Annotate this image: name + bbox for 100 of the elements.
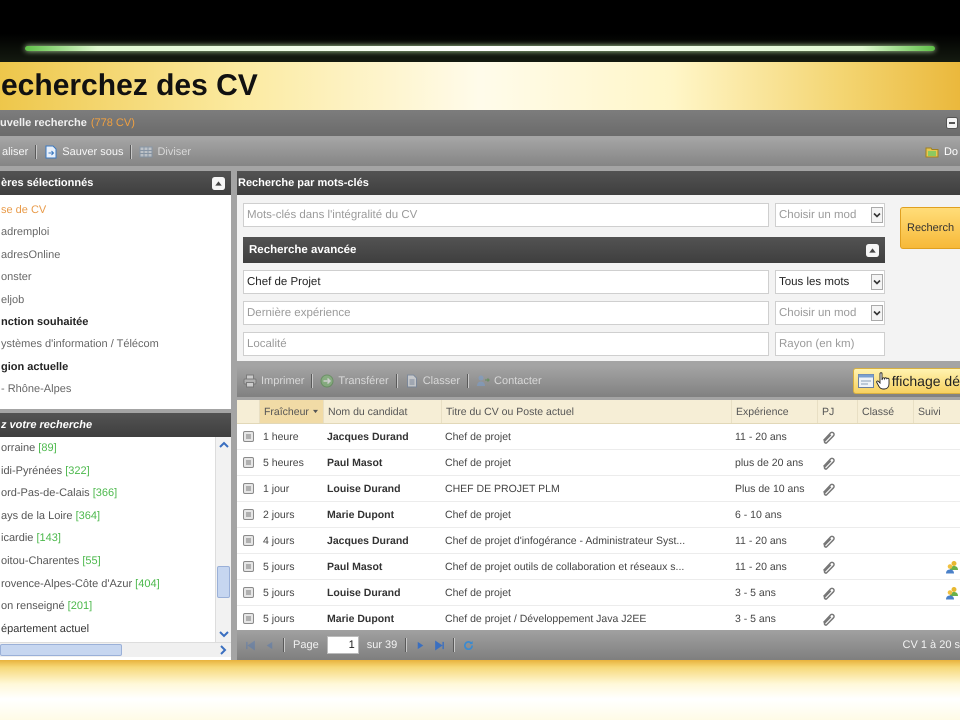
criteria-heading: nction souhaitée [1,315,90,330]
search-name: uvelle recherche [0,117,87,129]
candidate-name-cell-text: Paul Masot [326,560,384,574]
checkbox-icon[interactable] [243,431,254,442]
sort-arrow-icon [312,409,319,414]
display-button[interactable]: ffichage dé [852,368,960,394]
scroll-thumb[interactable] [0,644,122,656]
experience-cell-text: Plus de 10 ans [734,482,806,496]
people-icon[interactable] [945,560,959,574]
cv-title-cell-text: Chef de projet / Développement Java J2EE [444,612,648,626]
freshness-cell-text: 5 jours [262,612,296,626]
person-arrow-icon [476,374,490,388]
page-title: echerchez des CV [0,68,258,104]
freshness-cell-text: 4 jours [262,534,296,548]
panel-title: ères sélectionnés [1,177,94,189]
checkbox-icon[interactable] [243,535,254,546]
column-header[interactable]: Expérience [731,400,817,423]
search-field[interactable]: Localité [243,332,769,356]
cv-title-cell-text: Chef de projet [444,586,512,600]
column-header[interactable]: PJ [817,400,857,423]
collapse-icon[interactable] [212,176,225,190]
page-total: sur 39 [366,639,398,651]
checkbox-icon[interactable] [243,561,254,572]
search-field[interactable]: Chef de Projet [243,270,769,294]
paperclip-icon[interactable] [821,585,836,600]
experience-cell-text: 6 - 10 ans [734,508,783,522]
column-header[interactable]: Titre du CV ou Poste actuel [441,400,731,423]
table-icon [139,145,154,159]
candidate-name-cell-text: Jacques Durand [326,534,410,548]
checkbox-icon[interactable] [243,509,254,520]
refine-option[interactable]: ord-Pas-de-Calais [366] [1,482,215,505]
candidate-name-cell-text: Jacques Durand [326,430,410,444]
freshness-cell-text: 1 jour [262,482,290,496]
mode-select[interactable]: Tous les mots [775,270,885,294]
criteria-value: eljob [1,292,26,308]
freshness-cell-text: 1 heure [262,430,300,444]
document-icon [404,374,419,388]
paperclip-icon[interactable] [821,533,836,548]
page-label: Page [293,639,319,651]
search-button[interactable]: Recherch [900,207,960,249]
experience-cell-text: 3 - 5 ans [734,612,777,626]
radius-field[interactable]: Rayon (en km) [775,332,885,356]
freshness-cell-text: 5 heures [262,456,305,470]
column-header[interactable]: Fraîcheur [259,400,323,423]
checkbox-icon[interactable] [243,613,254,624]
keywords-field[interactable]: Mots-clés dans l'intégralité du CV [243,203,769,227]
refine-option[interactable]: orraine [89] [1,437,215,460]
criteria-value: onster [1,270,33,286]
experience-cell-text: 11 - 20 ans [734,430,788,444]
search-field[interactable]: Dernière expérience [243,301,769,325]
paperclip-icon[interactable] [821,559,836,574]
column-header[interactable]: Nom du candidat [323,400,441,423]
experience-cell-text: 3 - 5 ans [734,586,777,600]
paperclip-icon[interactable] [821,455,836,470]
panel-title: z votre recherche [1,419,92,431]
column-header[interactable]: Classé [857,400,913,423]
refine-option[interactable]: ays de la Loire [364] [1,504,215,528]
refine-option[interactable]: icardie [143] [1,527,215,550]
cv-title-cell-text: Chef de projet d'infogérance - Administrateur Syst... [444,534,686,548]
paperclip-icon[interactable] [821,429,836,444]
result-range: CV 1 à 20 s [902,639,960,651]
window-icon [858,374,874,388]
hand-cursor-icon [876,372,890,390]
freshness-cell-text: 2 jours [262,508,296,522]
horizontal-scrollbar[interactable] [0,642,231,657]
experience-cell-text: plus de 20 ans [734,456,804,470]
folder-icon [924,145,939,159]
cv-title-cell-text: Chef de projet [444,456,512,470]
refine-option[interactable]: oitou-Charentes [55] [1,550,215,573]
paperclip-icon[interactable] [821,481,836,496]
document-arrow-icon [44,145,58,159]
people-icon[interactable] [945,586,959,600]
vertical-scrollbar[interactable] [215,437,231,642]
cv-title-cell-text: Chef de projet [444,508,512,522]
freshness-cell-text: 5 jours [262,586,296,600]
refine-heading: épartement actuel [1,622,90,637]
experience-cell-text: 11 - 20 ans [734,534,788,548]
checkbox-icon[interactable] [243,587,254,598]
candidate-name-cell-text: Marie Dupont [326,612,396,626]
section-title: Recherche avancée [249,244,356,256]
column-header[interactable]: Suivi [913,400,960,423]
cv-title-cell-text: Chef de projet outils de collaboration et réseaux s... [444,560,686,574]
candidate-name-cell-text: Marie Dupont [326,508,396,522]
freshness-cell-text: 5 jours [262,560,296,574]
cv-title-cell-text: CHEF DE PROJET PLM [444,482,561,496]
refine-option[interactable]: idi-Pyrénées [322] [1,460,215,482]
criteria-value: adremploi [1,225,50,240]
scroll-thumb[interactable] [217,566,230,598]
criteria-value: - Rhône-Alpes [1,382,72,398]
refine-option[interactable]: rovence-Alpes-Côte d'Azur [404] [1,572,215,596]
criteria-value: adresOnline [1,248,62,263]
checkbox-icon[interactable] [243,457,254,468]
minimize-icon[interactable] [946,117,958,129]
paperclip-icon[interactable] [821,611,836,626]
scroll-right-icon[interactable] [218,644,228,656]
checkbox-icon[interactable] [243,483,254,494]
page-field[interactable]: 1 [326,636,359,654]
candidate-name-cell-text: Louise Durand [326,482,402,496]
refine-option[interactable]: on renseigné [201] [1,595,215,618]
collapse-icon[interactable] [866,244,879,256]
